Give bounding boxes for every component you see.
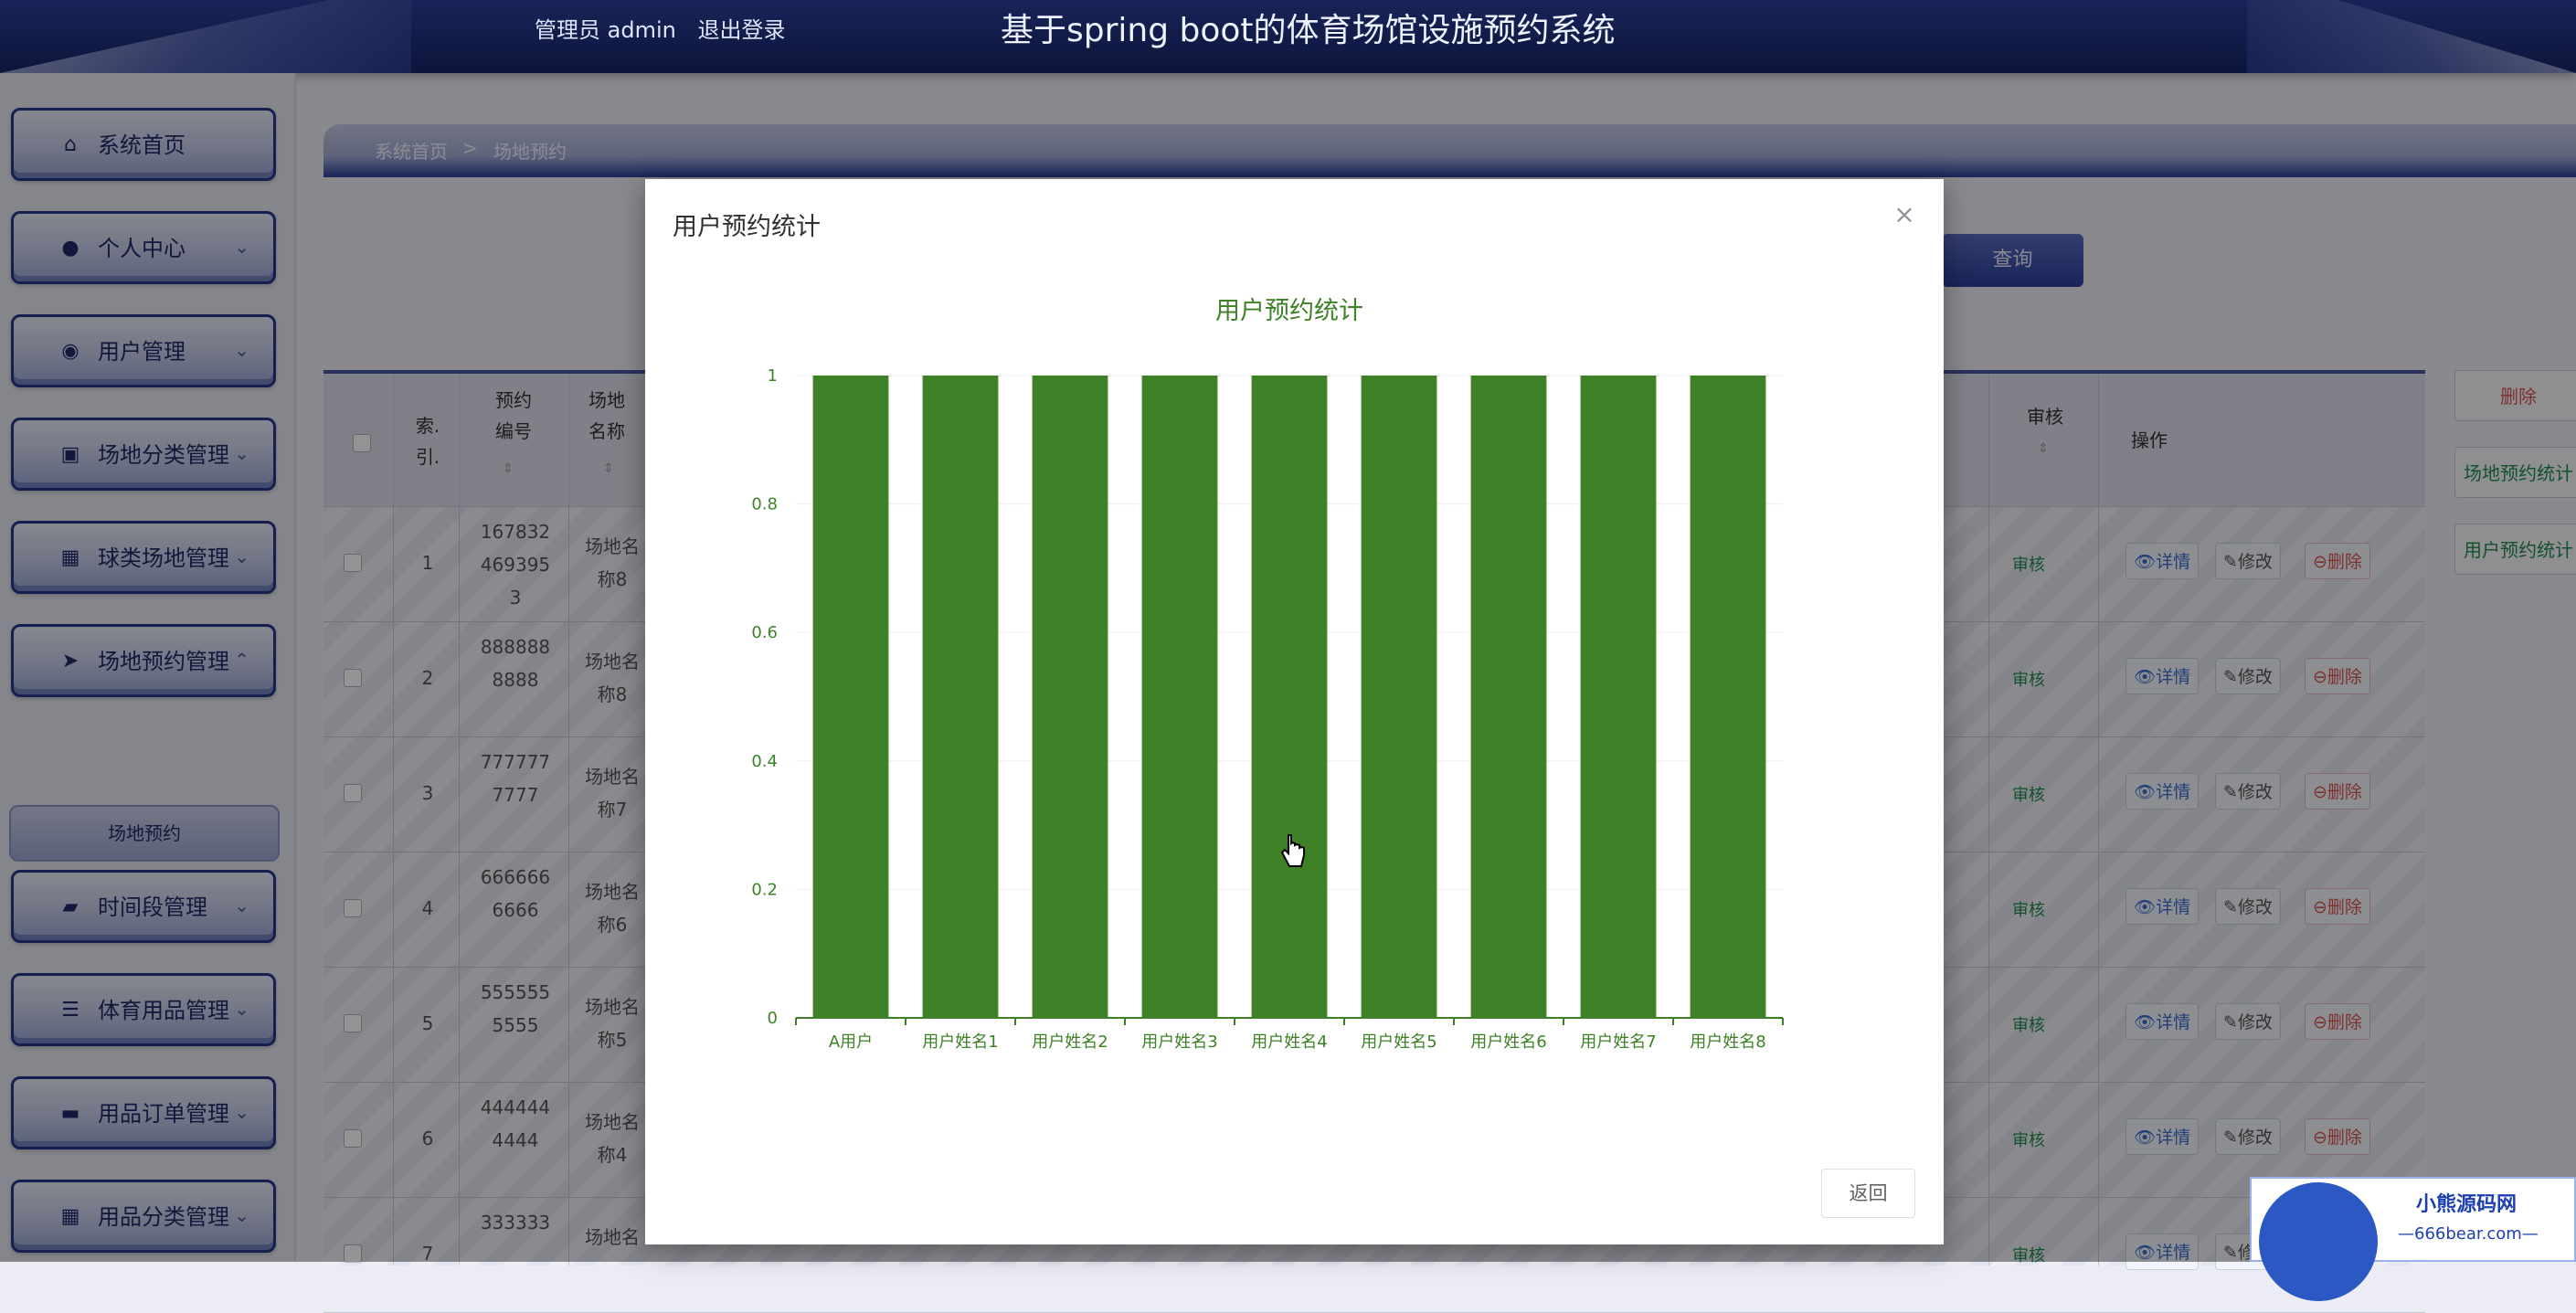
- header-user-area: 管理员 admin 退出登录: [535, 16, 800, 44]
- watermark: 小熊源码网 —666bear.com—: [2250, 1177, 2576, 1301]
- bar: [1580, 376, 1657, 1018]
- x-tick-label: A用户: [829, 1032, 873, 1052]
- bar-chart: 用户预约统计 0 0.2 0.4 0.6 0.8 1 A用户 用户姓名1 用户姓名2 用户姓名3 用户…: [751, 297, 1784, 1052]
- bear-logo-icon: [2259, 1182, 2378, 1301]
- y-tick-label: 0.4: [751, 752, 778, 771]
- watermark-line2: —666bear.com—: [2398, 1224, 2539, 1244]
- hand-cursor-icon: [1280, 834, 1305, 867]
- x-tick-label: 用户姓名6: [1470, 1032, 1546, 1052]
- x-tick-label: 用户姓名1: [922, 1032, 998, 1052]
- app-title: 基于spring boot的体育场馆设施预约系统: [1001, 12, 1616, 49]
- x-tick-label: 用户姓名5: [1361, 1032, 1436, 1052]
- y-tick-label: 1: [768, 366, 778, 386]
- user-stats-dialog: 用户预约统计 × 用户预约统计 0 0.2 0.4 0.6 0.8 1 A用户 用户姓名1 用户姓…: [645, 179, 1944, 1244]
- bar: [1032, 376, 1108, 1018]
- bar: [922, 376, 999, 1018]
- bar: [812, 376, 889, 1018]
- bar: [1141, 376, 1218, 1018]
- bar: [1690, 376, 1766, 1018]
- logout-link[interactable]: 退出登录: [697, 17, 785, 43]
- y-tick-label: 0.8: [751, 495, 778, 514]
- y-tick-label: 0: [768, 1009, 778, 1028]
- bar: [1470, 376, 1547, 1018]
- y-tick-label: 0.2: [751, 880, 778, 899]
- admin-label: 管理员 admin: [535, 17, 676, 43]
- watermark-line1: 小熊源码网: [2416, 1193, 2518, 1216]
- x-tick-label: 用户姓名3: [1141, 1032, 1217, 1052]
- x-tick-label: 用户姓名2: [1032, 1032, 1108, 1052]
- return-button[interactable]: 返回: [1821, 1169, 1915, 1218]
- bar: [1361, 376, 1437, 1018]
- y-tick-label: 0.6: [751, 623, 778, 642]
- x-tick-label: 用户姓名8: [1690, 1032, 1765, 1052]
- x-tick-label: 用户姓名7: [1580, 1032, 1656, 1052]
- bar: [1251, 376, 1328, 1018]
- x-tick-label: 用户姓名4: [1251, 1032, 1327, 1052]
- chart-title: 用户预约统计: [1215, 297, 1363, 325]
